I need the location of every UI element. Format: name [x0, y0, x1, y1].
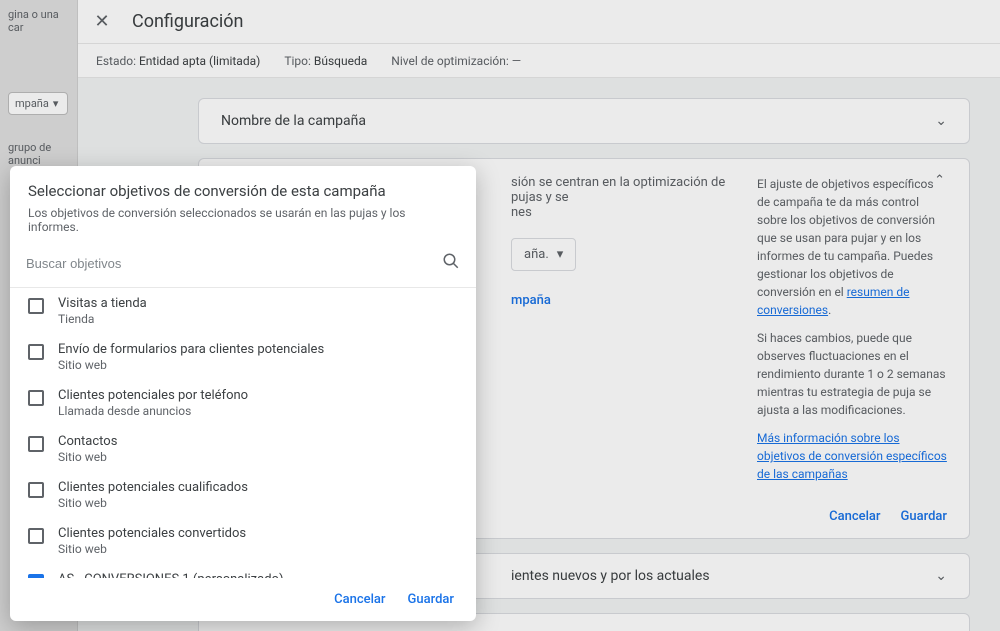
status-tipo: Tipo: Búsqueda: [284, 54, 367, 68]
goal-source: Sitio web: [58, 496, 248, 510]
goal-title: Clientes potenciales por teléfono: [58, 388, 248, 403]
goal-title: Clientes potenciales convertidos: [58, 526, 246, 541]
close-icon[interactable]: ✕: [90, 10, 114, 34]
goals-list: Visitas a tiendaTienda Envío de formulari…: [10, 288, 476, 578]
save-button[interactable]: Guardar: [901, 509, 948, 524]
nav-text: grupo de anunci: [8, 141, 69, 167]
chevron-down-icon: ⌄: [935, 113, 947, 129]
search-input[interactable]: [26, 250, 442, 277]
status-bar: Estado: Entidad apta (limitada) Tipo: Bú…: [78, 44, 1000, 78]
nav-text: gina o una car: [8, 8, 69, 34]
card-campaign-name[interactable]: Nombre de la campaña ⌄: [198, 98, 970, 144]
modal-header: Seleccionar objetivos de conversión de e…: [10, 166, 476, 244]
mas-info-link[interactable]: Más información sobre los objetivos de c…: [757, 431, 947, 481]
goal-source: Sitio web: [58, 358, 324, 372]
goal-source: Tienda: [58, 312, 147, 326]
goal-item[interactable]: AS - CONVERSIONES 1 (personalizado)Sitio…: [10, 564, 472, 578]
nav-dropdown-label: mpaña: [15, 97, 49, 110]
checkbox[interactable]: [28, 344, 44, 360]
goal-item[interactable]: Visitas a tiendaTienda: [10, 288, 472, 334]
status-estado: Estado: Entidad apta (limitada): [96, 54, 260, 68]
search-row: [10, 244, 476, 288]
goal-item[interactable]: Envío de formularios para clientes poten…: [10, 334, 472, 380]
checkbox[interactable]: [28, 390, 44, 406]
checkbox[interactable]: [28, 298, 44, 314]
search-icon[interactable]: [442, 252, 460, 275]
cancel-button[interactable]: Cancelar: [334, 592, 385, 607]
goal-dropdown[interactable]: aña. ▾: [511, 238, 576, 271]
help-text: El ajuste de objetivos específicos de ca…: [757, 177, 935, 299]
select-goals-modal: Seleccionar objetivos de conversión de e…: [10, 166, 476, 621]
checkbox[interactable]: [28, 436, 44, 452]
goal-item[interactable]: Clientes potenciales por teléfonoLlamada…: [10, 380, 472, 426]
goal-source: Sitio web: [58, 450, 117, 464]
nav-dropdown[interactable]: mpaña ▾: [8, 92, 68, 115]
page-title: Configuración: [132, 11, 243, 32]
goal-source: Llamada desde anuncios: [58, 404, 248, 418]
goal-item[interactable]: Clientes potenciales cualificadosSitio w…: [10, 472, 472, 518]
goal-item[interactable]: Clientes potenciales convertidosSitio we…: [10, 518, 472, 564]
modal-title: Seleccionar objetivos de conversión de e…: [28, 182, 458, 200]
goal-title: Visitas a tienda: [58, 296, 147, 311]
save-button[interactable]: Guardar: [408, 592, 455, 607]
modal-subtitle: Los objetivos de conversión seleccionado…: [28, 206, 458, 234]
select-value: aña.: [524, 247, 549, 262]
cancel-button[interactable]: Cancelar: [829, 509, 880, 524]
chevron-down-icon: ⌄: [935, 568, 947, 584]
goal-item[interactable]: ContactosSitio web: [10, 426, 472, 472]
header: ✕ Configuración: [78, 0, 1000, 44]
goal-title: Contactos: [58, 434, 117, 449]
checkbox[interactable]: [28, 528, 44, 544]
goal-title: Clientes potenciales cualificados: [58, 480, 248, 495]
card-label: Nombre de la campaña: [221, 113, 366, 129]
campaign-link[interactable]: mpaña: [511, 293, 551, 308]
help-text: Si haces cambios, puede que observes flu…: [757, 329, 947, 419]
checkbox[interactable]: [28, 482, 44, 498]
modal-actions: Cancelar Guardar: [10, 578, 476, 621]
goal-title: Envío de formularios para clientes poten…: [58, 342, 324, 357]
goal-source: Sitio web: [58, 542, 246, 556]
chevron-down-icon: ▾: [53, 97, 59, 110]
status-opt: Nivel de optimización: —: [391, 54, 521, 68]
help-panel: El ajuste de objetivos específicos de ca…: [757, 175, 947, 483]
chevron-up-icon[interactable]: ⌃: [934, 173, 945, 188]
chevron-down-icon: ▾: [557, 247, 564, 262]
